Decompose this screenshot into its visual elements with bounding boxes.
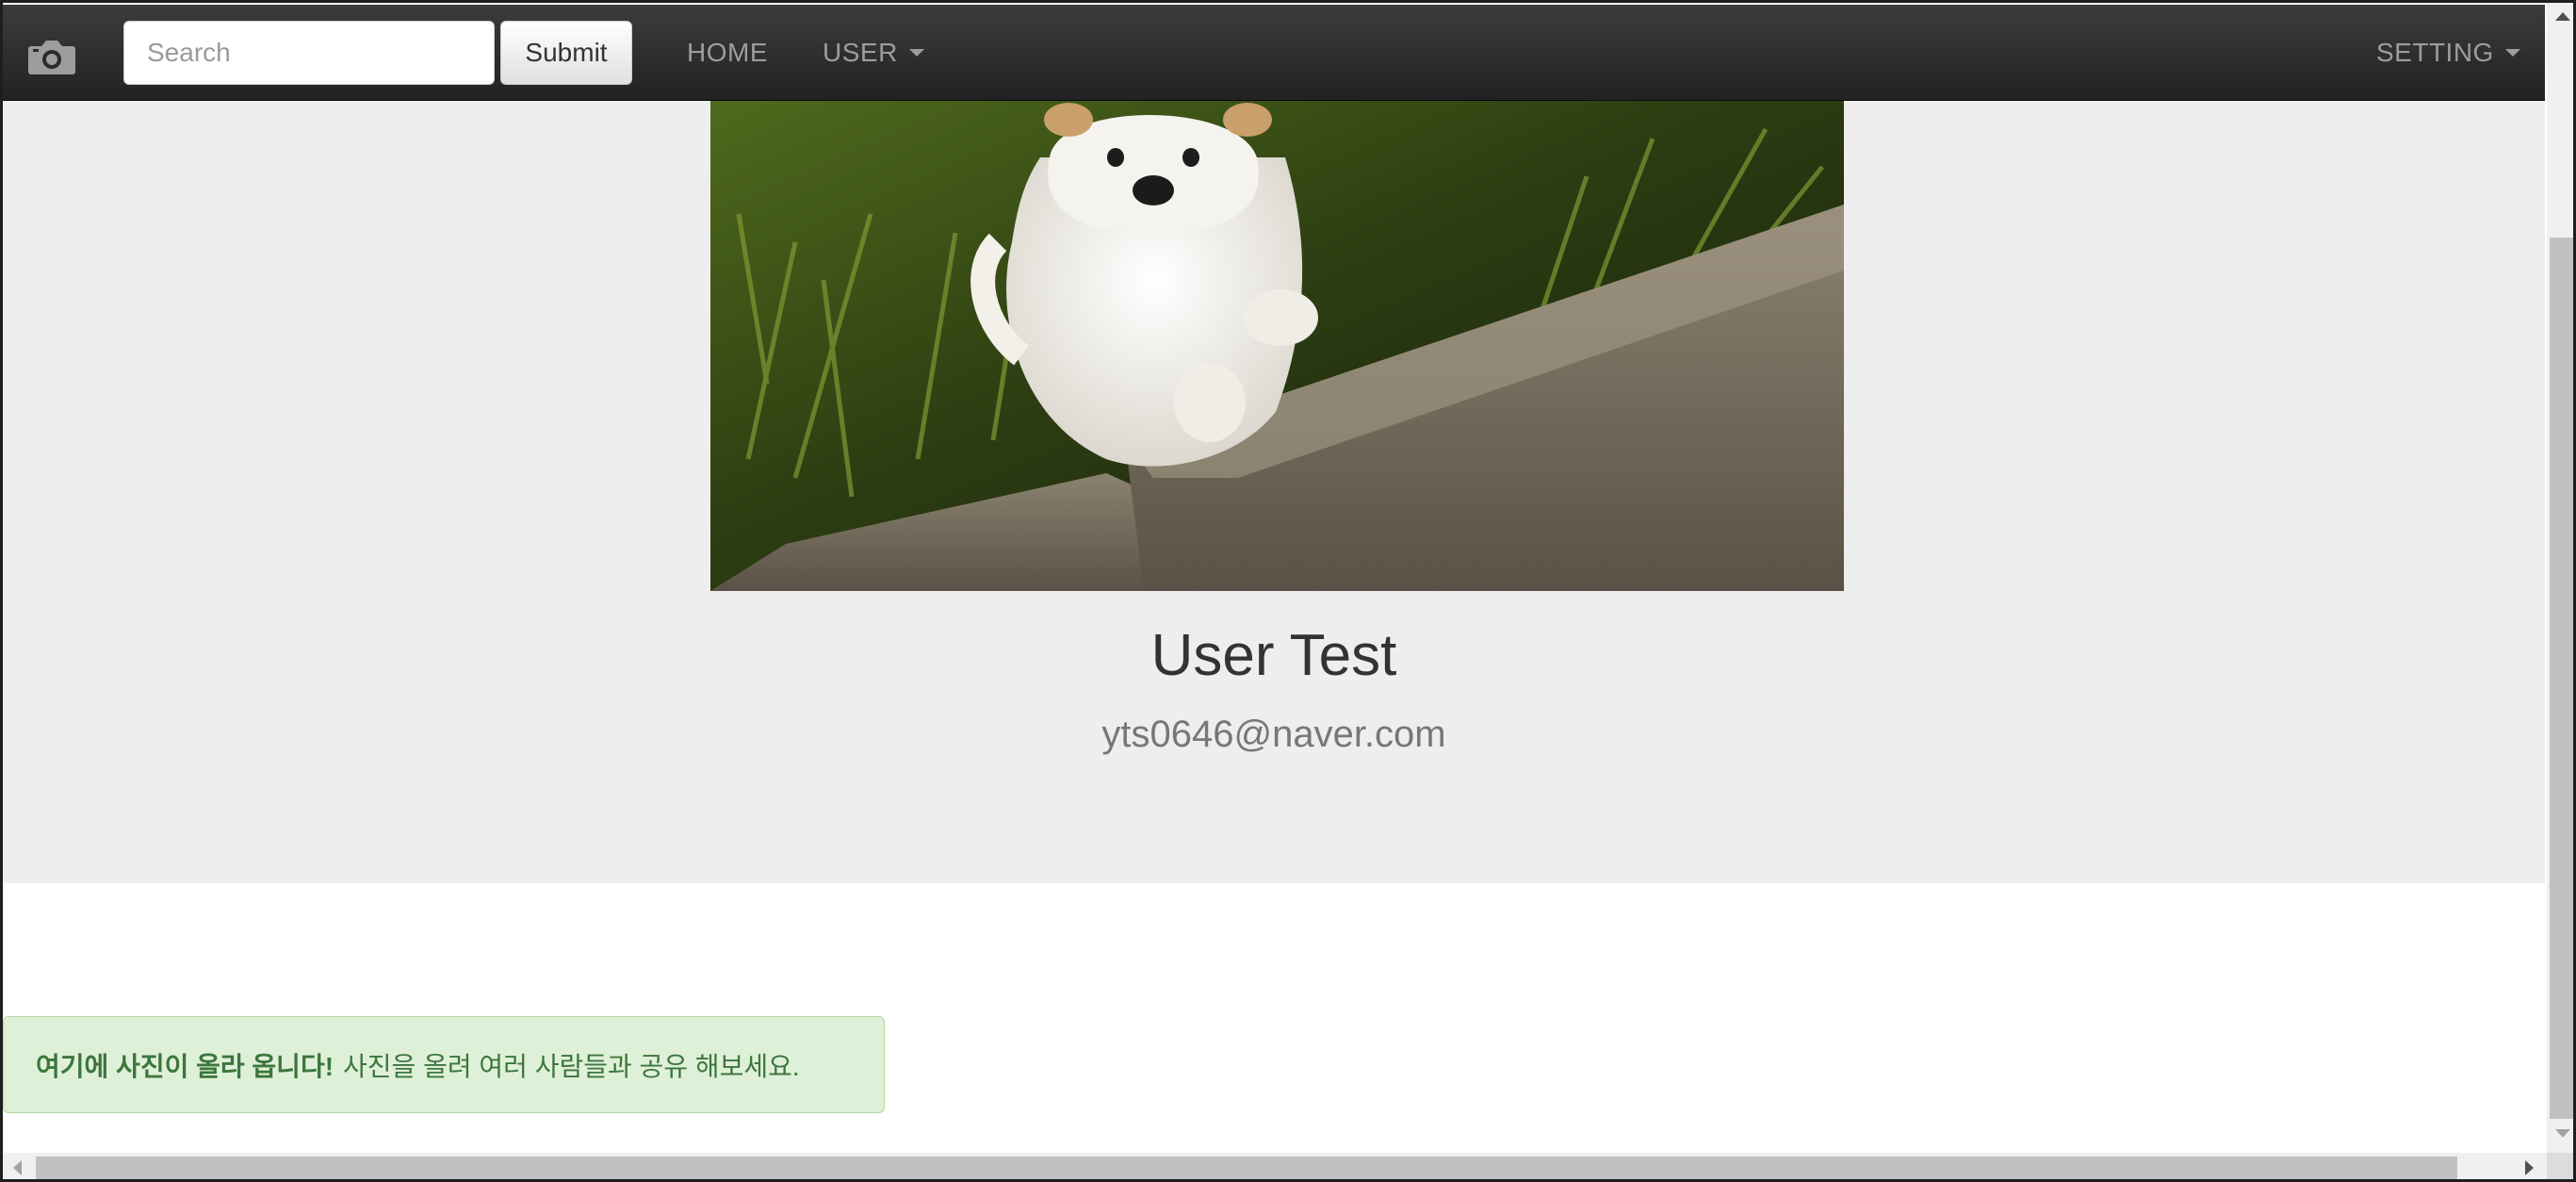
- submit-button[interactable]: Submit: [500, 21, 632, 85]
- nav-home-label: HOME: [687, 38, 768, 67]
- info-alert: 여기에 사진이 올라 옵니다! 사진을 올려 여러 사람들과 공유 해보세요.: [3, 1016, 885, 1113]
- camera-icon[interactable]: [27, 37, 76, 76]
- search-input[interactable]: [123, 21, 495, 85]
- nav-setting-label: SETTING: [2376, 38, 2494, 67]
- scroll-up-arrow-icon[interactable]: [2555, 12, 2570, 21]
- top-navbar: Submit HOME USER SETTING: [3, 5, 2545, 101]
- user-name: User Test: [1150, 623, 1397, 688]
- scroll-right-arrow-icon[interactable]: [2525, 1160, 2534, 1175]
- profile-photo: [710, 101, 1844, 591]
- profile-jumbotron: User Test yts0646@naver.com: [3, 101, 2545, 883]
- nav-home-link[interactable]: HOME: [687, 5, 768, 101]
- scroll-left-arrow-icon[interactable]: [13, 1160, 22, 1175]
- nav-setting-dropdown[interactable]: SETTING: [2376, 5, 2520, 101]
- caret-down-icon: [908, 49, 924, 57]
- scrollbar-corner: [2547, 1153, 2576, 1182]
- vertical-scrollbar-thumb[interactable]: [2550, 238, 2573, 1119]
- alert-strong-text: 여기에 사진이 올라 옵니다!: [36, 1051, 334, 1081]
- nav-user-dropdown[interactable]: USER: [823, 5, 924, 101]
- horizontal-scrollbar-thumb[interactable]: [36, 1157, 2457, 1179]
- caret-down-icon: [2504, 49, 2520, 57]
- alert-text: 사진을 올려 여러 사람들과 공유 해보세요.: [343, 1051, 800, 1081]
- nav-user-label: USER: [823, 38, 898, 67]
- user-email: yts0646@naver.com: [1101, 714, 1446, 755]
- scroll-down-arrow-icon[interactable]: [2555, 1129, 2570, 1138]
